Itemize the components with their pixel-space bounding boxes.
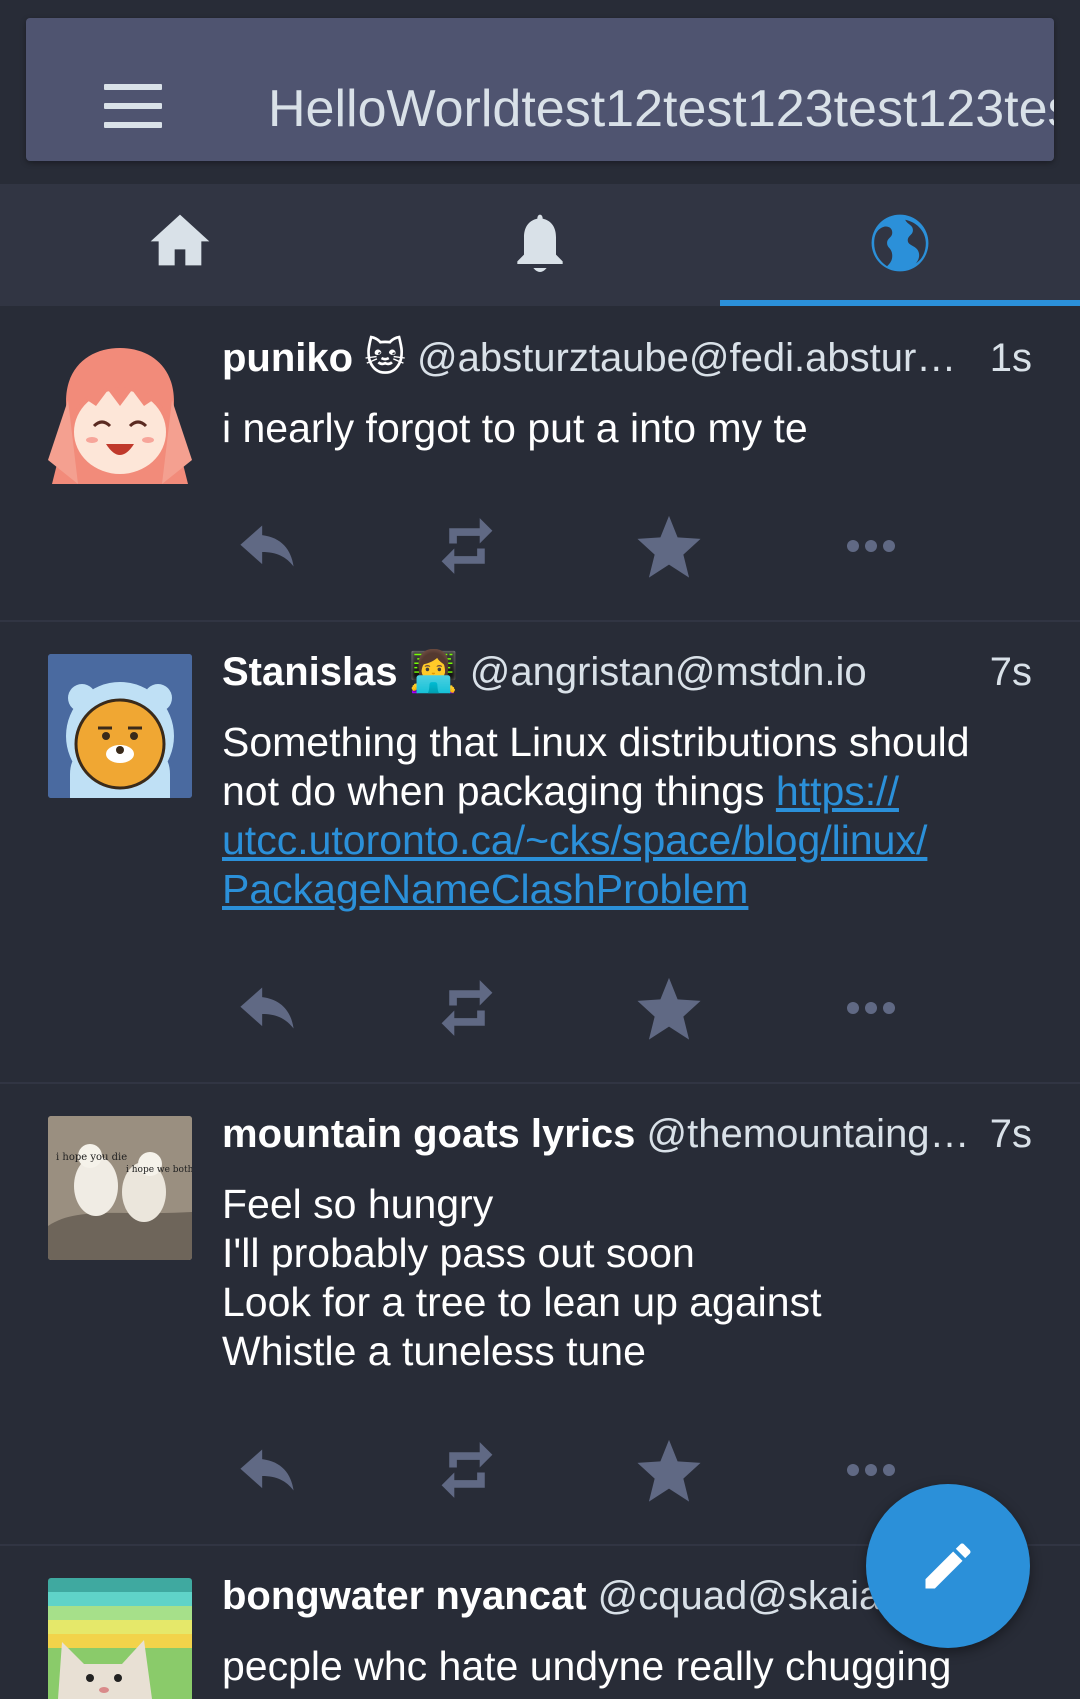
rainbow-cat-avatar-image — [48, 1578, 192, 1699]
display-name[interactable]: Stanislas — [222, 650, 398, 694]
hamburger-menu-icon[interactable] — [104, 84, 164, 128]
content-line: not do when packaging things https:// — [222, 767, 1020, 816]
status-link[interactable]: https:// — [776, 768, 899, 814]
reply-icon — [240, 987, 294, 1029]
boost-icon — [441, 980, 493, 1036]
avatar-caption: i hope you die — [56, 1152, 127, 1163]
boost-button[interactable] — [422, 968, 512, 1048]
tab-federated[interactable] — [720, 184, 1080, 306]
favourite-button[interactable] — [624, 1430, 714, 1510]
more-button[interactable] — [826, 968, 916, 1048]
bear-avatar-image — [48, 654, 192, 798]
boost-icon — [441, 1442, 493, 1498]
name-emoji: 👩‍💻 — [408, 650, 459, 694]
tab-home[interactable] — [0, 184, 360, 306]
app-bar: HelloWorldtest12test123test123test — [26, 18, 1054, 161]
status-header: puniko 🐱 @absturztaube@fedi.abstur… 1s — [222, 332, 1032, 384]
more-button[interactable] — [826, 506, 916, 586]
reply-button[interactable] — [222, 506, 312, 586]
avatar[interactable] — [48, 1578, 192, 1699]
status-item[interactable]: Stanislas 👩‍💻 @angristan@mstdn.io 7s Som… — [0, 622, 1080, 1084]
content-line: Whistle a tuneless tune — [222, 1328, 646, 1374]
display-name[interactable]: bongwater nyancat — [222, 1574, 587, 1618]
bell-icon — [517, 214, 563, 272]
avatar-caption: i hope we both die — [126, 1165, 192, 1175]
content-line: Feel so hungry — [222, 1181, 494, 1227]
status-actions — [222, 506, 1002, 586]
status-header: mountain goats lyrics @themountaing… 7s — [222, 1108, 1032, 1160]
timestamp: 7s — [977, 1108, 1032, 1160]
status-content: Something that Linux distributions shoul… — [222, 718, 1020, 914]
reply-button[interactable] — [222, 1430, 312, 1510]
timeline-tabs — [0, 184, 1080, 306]
favourite-icon — [637, 515, 701, 578]
goats-avatar-image: i hope you die i hope we both die — [48, 1116, 192, 1260]
reply-icon — [240, 525, 294, 567]
status-item[interactable]: i hope you die i hope we both die mounta… — [0, 1084, 1080, 1546]
favourite-button[interactable] — [624, 968, 714, 1048]
status-content: pecple whc hate undyne really chugging — [222, 1642, 1020, 1691]
status-link[interactable]: PackageNameClashProblem — [222, 866, 748, 912]
favourite-icon — [637, 977, 701, 1040]
boost-button[interactable] — [422, 506, 512, 586]
compose-button[interactable] — [866, 1484, 1030, 1648]
app-title: HelloWorldtest12test123test123test — [268, 80, 1054, 138]
avatar[interactable]: i hope you die i hope we both die — [48, 1116, 192, 1260]
reply-button[interactable] — [222, 968, 312, 1048]
account-handle[interactable]: @themountaing… — [647, 1112, 970, 1156]
status-link[interactable]: utcc.utoronto.ca/~cks/space/blog/linux/ — [222, 817, 927, 863]
compose-pencil-icon — [925, 1543, 971, 1589]
content-line: i nearly forgot to put a into my te — [222, 405, 808, 451]
tab-notifications[interactable] — [360, 184, 720, 306]
globe-icon — [871, 214, 929, 272]
status-actions — [222, 968, 1002, 1048]
account-handle[interactable]: @angristan@mstdn.io — [470, 650, 867, 694]
account-handle[interactable]: @cquad@skaia — [598, 1574, 882, 1618]
content-line: I'll probably pass out soon — [222, 1230, 695, 1276]
more-icon — [847, 1002, 895, 1014]
favourite-icon — [637, 1439, 701, 1502]
content-line: pecple whc hate undyne really chugging — [222, 1643, 952, 1689]
status-actions — [222, 1430, 1002, 1510]
favourite-button[interactable] — [624, 506, 714, 586]
home-icon — [150, 214, 210, 266]
content-line: utcc.utoronto.ca/~cks/space/blog/linux/ — [222, 816, 1020, 865]
status-content: Feel so hungry I'll probably pass out so… — [222, 1180, 1020, 1376]
display-name[interactable]: mountain goats lyrics — [222, 1112, 635, 1156]
more-icon — [847, 1464, 895, 1476]
content-text: not do when packaging things — [222, 768, 776, 814]
anime-avatar-image — [48, 348, 192, 484]
status-header: Stanislas 👩‍💻 @angristan@mstdn.io 7s — [222, 646, 1032, 698]
content-line: Something that Linux distributions shoul… — [222, 719, 970, 765]
content-line: Look for a tree to lean up against — [222, 1279, 822, 1325]
avatar[interactable] — [48, 340, 192, 484]
status-item[interactable]: puniko 🐱 @absturztaube@fedi.abstur… 1s i… — [0, 306, 1080, 622]
reply-icon — [240, 1449, 294, 1491]
name-emoji: 🐱 — [364, 336, 406, 380]
status-header: bongwater nyancat @cquad@skaia — [222, 1570, 950, 1622]
boost-icon — [441, 518, 493, 574]
display-name[interactable]: puniko — [222, 336, 353, 380]
timestamp: 1s — [977, 332, 1032, 384]
status-content: i nearly forgot to put a into my te — [222, 404, 1020, 453]
account-handle[interactable]: @absturztaube@fedi.abstur… — [417, 336, 956, 380]
timestamp: 7s — [977, 646, 1032, 698]
more-icon — [847, 540, 895, 552]
content-line: PackageNameClashProblem — [222, 865, 1020, 914]
avatar[interactable] — [48, 654, 192, 798]
boost-button[interactable] — [422, 1430, 512, 1510]
